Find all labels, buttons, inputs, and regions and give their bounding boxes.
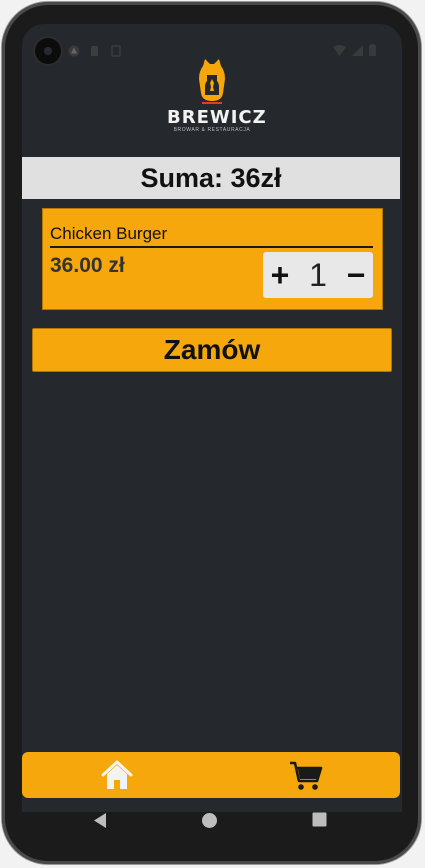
sd-card-icon: [89, 44, 101, 56]
decrease-quantity-button[interactable]: −: [339, 252, 373, 298]
increase-quantity-button[interactable]: +: [263, 252, 297, 298]
screen: BREWICZ BROWAR & RESTAURACJA Suma: 36zł …: [22, 24, 402, 812]
download-icon: [110, 44, 122, 57]
logo-subtitle: BROWAR & RESTAURACJA: [173, 127, 251, 133]
order-button[interactable]: Zamów: [32, 328, 392, 372]
phone-frame: BREWICZ BROWAR & RESTAURACJA Suma: 36zł …: [2, 2, 421, 864]
status-indicators: [333, 43, 376, 61]
logo-text: BREWICZ: [167, 107, 267, 128]
cart-icon[interactable]: [288, 757, 324, 793]
front-camera: [35, 38, 61, 64]
brewicz-logo: BREWICZ BROWAR & RESTAURACJA: [167, 57, 267, 137]
back-icon[interactable]: [92, 812, 108, 834]
wifi-icon: [333, 43, 346, 61]
bear-bottle-icon: [199, 59, 225, 104]
app-notification-icon: [68, 44, 80, 57]
quantity-stepper: + 1 −: [263, 252, 373, 298]
cart-item: Chicken Burger 36.00 zł + 1 −: [42, 208, 383, 310]
home-icon[interactable]: [99, 757, 135, 793]
battery-icon: [369, 43, 376, 61]
item-price: 36.00 zł: [50, 254, 125, 277]
signal-icon: [352, 43, 363, 61]
cart-total: Suma: 36zł: [22, 157, 400, 199]
system-navigation-bar: [22, 798, 402, 844]
quantity-value: 1: [309, 257, 327, 293]
bottom-navigation: [22, 752, 400, 798]
item-name: Chicken Burger: [50, 223, 373, 248]
recents-icon[interactable]: [312, 812, 327, 832]
home-system-icon[interactable]: [201, 812, 218, 834]
